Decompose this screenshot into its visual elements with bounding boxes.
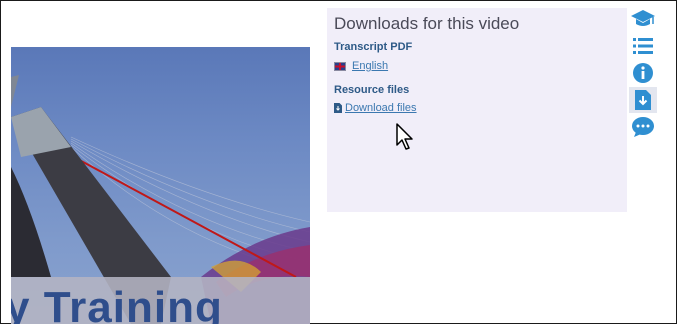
mouse-cursor-icon	[396, 123, 413, 150]
info-button[interactable]	[629, 60, 657, 86]
panel-title: Downloads for this video	[334, 14, 520, 33]
file-download-icon	[334, 103, 342, 113]
video-title-overlay: y Training	[11, 283, 223, 324]
downloads-panel: Downloads for this video Transcript PDF …	[327, 8, 627, 212]
comments-button[interactable]	[629, 114, 657, 140]
chat-icon	[632, 117, 654, 137]
graduation-cap-icon	[631, 10, 655, 26]
transcript-heading: Transcript PDF	[334, 41, 413, 53]
resources-heading: Resource files	[334, 84, 410, 96]
contents-button[interactable]	[629, 33, 657, 59]
uk-flag-icon	[334, 61, 346, 71]
download-files-link[interactable]: Download files	[334, 102, 417, 114]
download-files-label: Download files	[345, 102, 417, 114]
course-button[interactable]	[629, 6, 657, 32]
info-icon	[633, 63, 653, 83]
transcript-english-link[interactable]: English	[334, 60, 388, 72]
download-icon	[635, 90, 651, 110]
icon-rail	[629, 6, 659, 146]
transcript-english-label: English	[352, 60, 389, 72]
list-icon	[633, 38, 653, 54]
downloads-button[interactable]	[629, 87, 657, 113]
video-player[interactable]: y Training	[11, 47, 310, 324]
